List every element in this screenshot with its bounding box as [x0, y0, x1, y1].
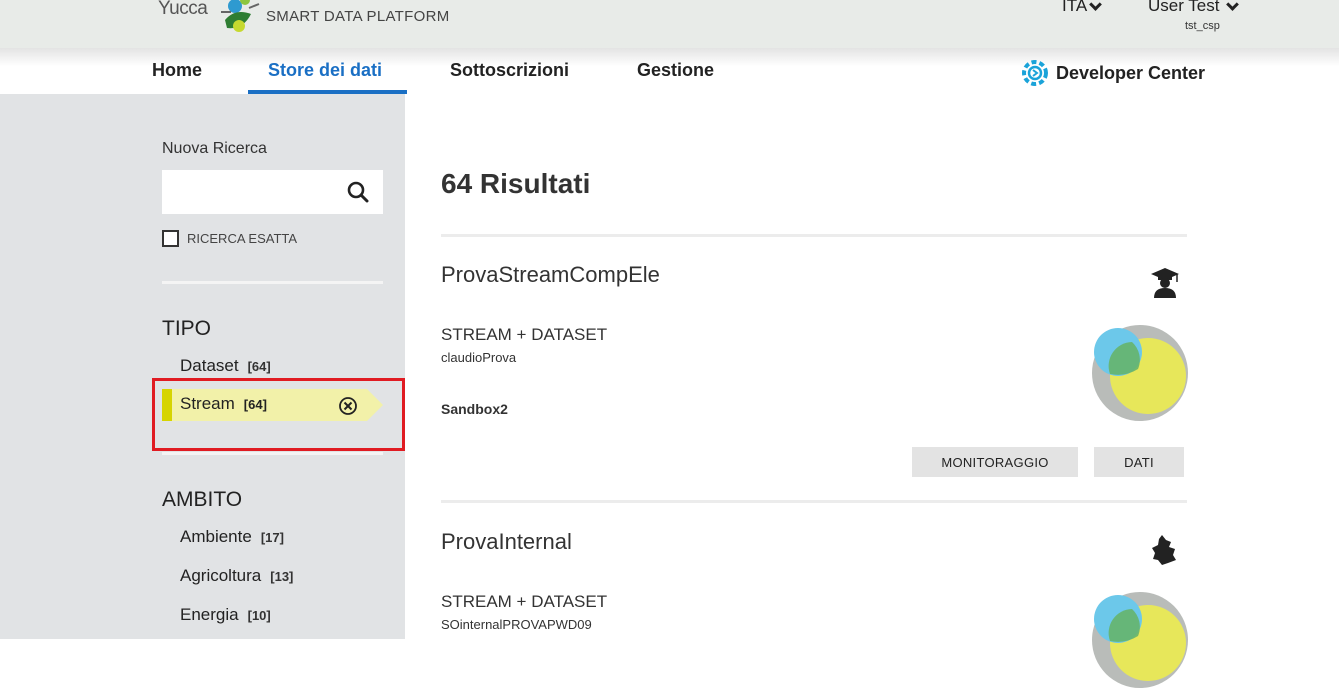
platform-title: SMART DATA PLATFORM [266, 8, 450, 25]
card-type: STREAM + DATASET [441, 592, 608, 611]
region-map-icon [1152, 535, 1176, 565]
graduate-icon [1151, 268, 1179, 298]
logo-leaf-icon [221, 0, 260, 32]
logo-text: Yucca [158, 0, 208, 19]
card-tenant: Sandbox2 [441, 401, 508, 417]
scope-heading: AMBITO [162, 488, 243, 511]
search-label: Nuova Ricerca [162, 140, 267, 157]
card-type: STREAM + DATASET [441, 325, 608, 344]
results-divider [441, 234, 1187, 237]
facet-ambiente[interactable]: Ambiente [17] [180, 527, 284, 547]
exact-search-label: RICERCA ESATTA [187, 231, 298, 246]
developer-center-label: Developer Center [1056, 62, 1206, 83]
facet-count: [10] [247, 608, 271, 623]
facet-count: [13] [270, 569, 294, 584]
gear-icon [1022, 60, 1048, 86]
sidebar-divider [162, 452, 383, 455]
card-user: SOinternalPROVAPWD09 [441, 617, 592, 632]
card-divider [441, 500, 1187, 503]
stream-dataset-logo-icon [1092, 592, 1188, 688]
yucca-logo[interactable]: Yucca [158, 0, 260, 40]
facet-label: Energia [180, 605, 239, 624]
exact-search-checkbox[interactable] [162, 230, 179, 247]
nav-sottoscrizioni[interactable]: Sottoscrizioni [450, 60, 569, 81]
results-count: 64 Risultati [441, 168, 591, 199]
language-label: ITA [1062, 0, 1088, 15]
facet-count: [64] [247, 359, 271, 374]
facet-label: Ambiente [180, 527, 252, 546]
highlight-box [152, 378, 405, 451]
card-user: claudioProva [441, 350, 517, 365]
search-input[interactable] [162, 170, 332, 214]
facet-count: [17] [260, 530, 284, 545]
facet-label: Agricoltura [180, 566, 262, 585]
facet-agricoltura[interactable]: Agricoltura [13] [180, 566, 293, 586]
card-title[interactable]: ProvaStreamCompEle [441, 262, 660, 288]
card-title[interactable]: ProvaInternal [441, 529, 572, 555]
top-header: Yucca SMART DATA PLATFORM ITA User Test … [0, 0, 1339, 48]
facet-dataset[interactable]: Dataset [64] [180, 356, 271, 376]
exact-search-option[interactable]: RICERCA ESATTA [162, 230, 297, 247]
stream-dataset-logo-icon [1092, 325, 1188, 421]
facet-energia[interactable]: Energia [10] [180, 605, 271, 625]
chevron-down-icon [1225, 0, 1239, 11]
type-heading: TIPO [162, 317, 212, 340]
data-button[interactable]: DATI [1094, 447, 1184, 477]
search-icon[interactable] [347, 181, 369, 203]
developer-center-link[interactable]: Developer Center [1020, 58, 1205, 88]
nav-store-dei-dati[interactable]: Store dei dati [268, 60, 382, 81]
user-name: User Test [1148, 0, 1220, 15]
facet-label: Dataset [180, 356, 239, 375]
user-menu[interactable]: User Test [1148, 0, 1239, 16]
main-nav: Home Store dei dati Sottoscrizioni Gesti… [0, 48, 1339, 94]
filter-sidebar: Nuova Ricerca RICERCA ESATTA TIPO Datase… [0, 94, 405, 639]
language-selector[interactable]: ITA [1062, 0, 1103, 16]
sidebar-divider [162, 281, 383, 284]
nav-gestione[interactable]: Gestione [637, 60, 714, 81]
chevron-down-icon [1089, 0, 1103, 11]
user-id: tst_csp [1185, 20, 1220, 32]
nav-home[interactable]: Home [152, 60, 202, 81]
search-field[interactable] [162, 170, 383, 214]
monitor-button[interactable]: MONITORAGGIO [912, 447, 1078, 477]
